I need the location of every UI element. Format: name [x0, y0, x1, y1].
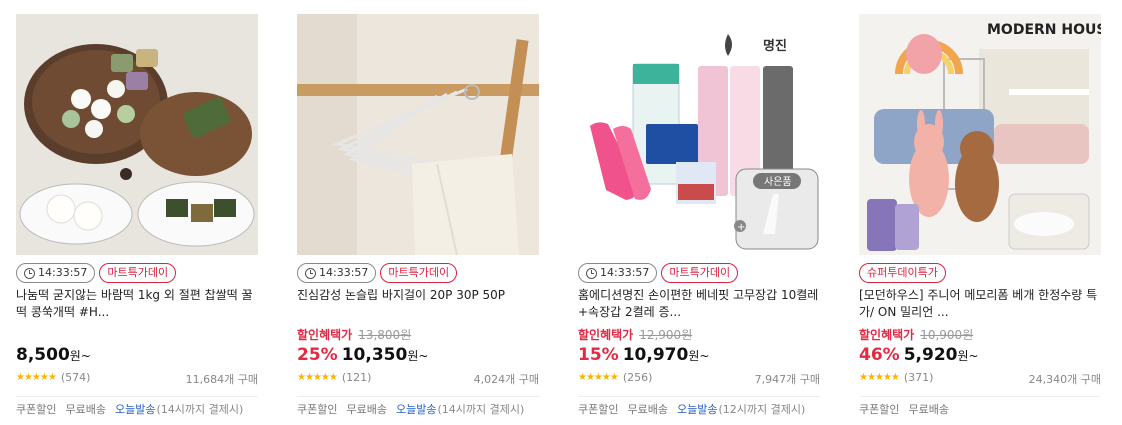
today-ship-note: (14시까지 결제시) — [437, 403, 525, 416]
purchase-count: 7,947개 구매 — [754, 373, 820, 386]
svg-text:+: + — [737, 222, 745, 233]
coupon-badge: 쿠폰할인 — [578, 403, 619, 416]
rating-count: (574) — [60, 371, 91, 384]
countdown-text: 14:33:57 — [38, 266, 88, 279]
countdown-badge: 14:33:57 — [16, 263, 96, 283]
discount-label: 할인혜택가 — [859, 328, 915, 342]
discount-row: 할인혜택가 10,900원 — [859, 327, 973, 343]
service-badges: 쿠폰할인 무료배송 오늘발송 (14시까지 결제시) — [297, 401, 524, 417]
price-row: 15% 10,970원~ — [578, 344, 709, 366]
badge-row: 14:33:57 마트특가데이 — [578, 263, 739, 283]
free-shipping-badge: 무료배송 — [346, 403, 387, 416]
divider — [16, 396, 258, 397]
service-badges: 쿠폰할인 무료배송 오늘발송 (12시까지 결제시) — [578, 401, 805, 417]
price-unit: 원~ — [69, 349, 91, 363]
divider — [297, 396, 539, 397]
product-image[interactable] — [297, 14, 539, 255]
product-card[interactable]: 14:33:57 마트특가데이 나눔떡 굳지않는 바람떡 1kg 외 절편 찹쌀… — [16, 14, 258, 419]
product-image[interactable] — [16, 14, 258, 255]
divider — [578, 396, 820, 397]
brand-mark: 명진 — [763, 38, 787, 54]
gift-label: 사은품 — [764, 176, 792, 188]
badge-row: 슈퍼투데이특가 — [859, 263, 946, 283]
discount-row: 할인혜택가 12,900원 — [578, 327, 692, 343]
today-ship-badge: 오늘발송 — [395, 403, 437, 416]
free-shipping-badge: 무료배송 — [65, 403, 106, 416]
today-ship-badge: 오늘발송 — [114, 403, 156, 416]
coupon-badge: 쿠폰할인 — [16, 403, 57, 416]
price: 8,500 — [16, 345, 70, 365]
product-title[interactable]: 홈에디션명진 손이편한 베네핏 고무장갑 10켤레+속장갑 2켤레 증... — [578, 287, 820, 321]
original-price: 13,800원 — [358, 328, 412, 342]
clock-icon — [24, 267, 35, 279]
product-image[interactable]: MODERN HOUSE — [859, 14, 1101, 255]
discount-percent: 15% — [578, 345, 619, 365]
original-price: 10,900원 — [920, 328, 974, 342]
purchase-count: 4,024개 구매 — [473, 373, 539, 386]
coupon-badge: 쿠폰할인 — [297, 403, 338, 416]
discount-label: 할인혜택가 — [297, 328, 353, 342]
price: 10,350 — [341, 345, 408, 365]
price-unit: 원~ — [688, 349, 710, 363]
star-rating-icon: ★★★★★ — [578, 372, 619, 383]
purchase-count: 24,340개 구매 — [1028, 373, 1101, 386]
clock-icon — [586, 267, 597, 279]
countdown-text: 14:33:57 — [319, 266, 369, 279]
today-ship-note: (14시까지 결제시) — [156, 403, 244, 416]
coupon-badge: 쿠폰할인 — [859, 403, 900, 416]
price: 10,970 — [622, 345, 689, 365]
price-row: 25% 10,350원~ — [297, 344, 428, 366]
product-card[interactable]: 14:33:57 마트특가데이 진심감성 논슬립 바지걸이 20P 30P 50… — [297, 14, 539, 419]
product-title[interactable]: 진심감성 논슬립 바지걸이 20P 30P 50P — [297, 287, 539, 321]
price-unit: 원~ — [957, 349, 979, 363]
badge-row: 14:33:57 마트특가데이 — [16, 263, 177, 283]
product-title[interactable]: 나눔떡 굳지않는 바람떡 1kg 외 절편 찹쌀떡 꿀떡 콩쑥개떡 #H... — [16, 287, 258, 321]
countdown-text: 14:33:57 — [600, 266, 650, 279]
star-rating-icon: ★★★★★ — [859, 372, 900, 383]
today-ship-note: (12시까지 결제시) — [718, 403, 806, 416]
price: 5,920 — [903, 345, 958, 365]
service-badges: 쿠폰할인 무료배송 오늘발송 (14시까지 결제시) — [16, 401, 243, 417]
product-card[interactable]: 명진 사은품 + 14:33:57 마트특가데이 홈에디션명진 손이편한 베네핏… — [578, 14, 820, 419]
today-ship-badge: 오늘발송 — [676, 403, 718, 416]
rating-count: (371) — [903, 371, 934, 384]
discount-label: 할인혜택가 — [578, 328, 634, 342]
product-grid: 14:33:57 마트특가데이 나눔떡 굳지않는 바람떡 1kg 외 절편 찹쌀… — [0, 0, 1122, 425]
clock-icon — [305, 267, 316, 279]
event-badge: 마트특가데이 — [380, 263, 458, 283]
rating-count: (256) — [622, 371, 653, 384]
divider — [859, 396, 1101, 397]
product-image[interactable]: 명진 사은품 + — [578, 14, 820, 255]
service-badges: 쿠폰할인 무료배송 — [859, 401, 949, 417]
price-row: 8,500원~ — [16, 344, 91, 366]
product-card[interactable]: MODERN HOUSE 슈퍼 — [859, 14, 1101, 419]
discount-percent: 46% — [859, 345, 900, 365]
star-rating-icon: ★★★★★ — [16, 372, 57, 383]
discount-row: 할인혜택가 13,800원 — [297, 327, 411, 343]
event-badge: 슈퍼투데이특가 — [859, 263, 946, 283]
brand-mark: MODERN HOUSE — [987, 22, 1101, 38]
price-row: 46% 5,920원~ — [859, 344, 979, 366]
original-price: 12,900원 — [639, 328, 693, 342]
star-rating-icon: ★★★★★ — [297, 372, 338, 383]
discount-percent: 25% — [297, 345, 338, 365]
product-title[interactable]: [모던하우스] 주니어 메모리폼 베개 한정수량 특가/ ON 밀리언 ... — [859, 287, 1101, 321]
countdown-badge: 14:33:57 — [578, 263, 658, 283]
rating-count: (121) — [341, 371, 372, 384]
free-shipping-badge: 무료배송 — [908, 403, 949, 416]
badge-row: 14:33:57 마트특가데이 — [297, 263, 458, 283]
free-shipping-badge: 무료배송 — [627, 403, 668, 416]
countdown-badge: 14:33:57 — [297, 263, 377, 283]
price-unit: 원~ — [407, 349, 429, 363]
event-badge: 마트특가데이 — [99, 263, 177, 283]
event-badge: 마트특가데이 — [661, 263, 739, 283]
purchase-count: 11,684개 구매 — [185, 373, 258, 386]
